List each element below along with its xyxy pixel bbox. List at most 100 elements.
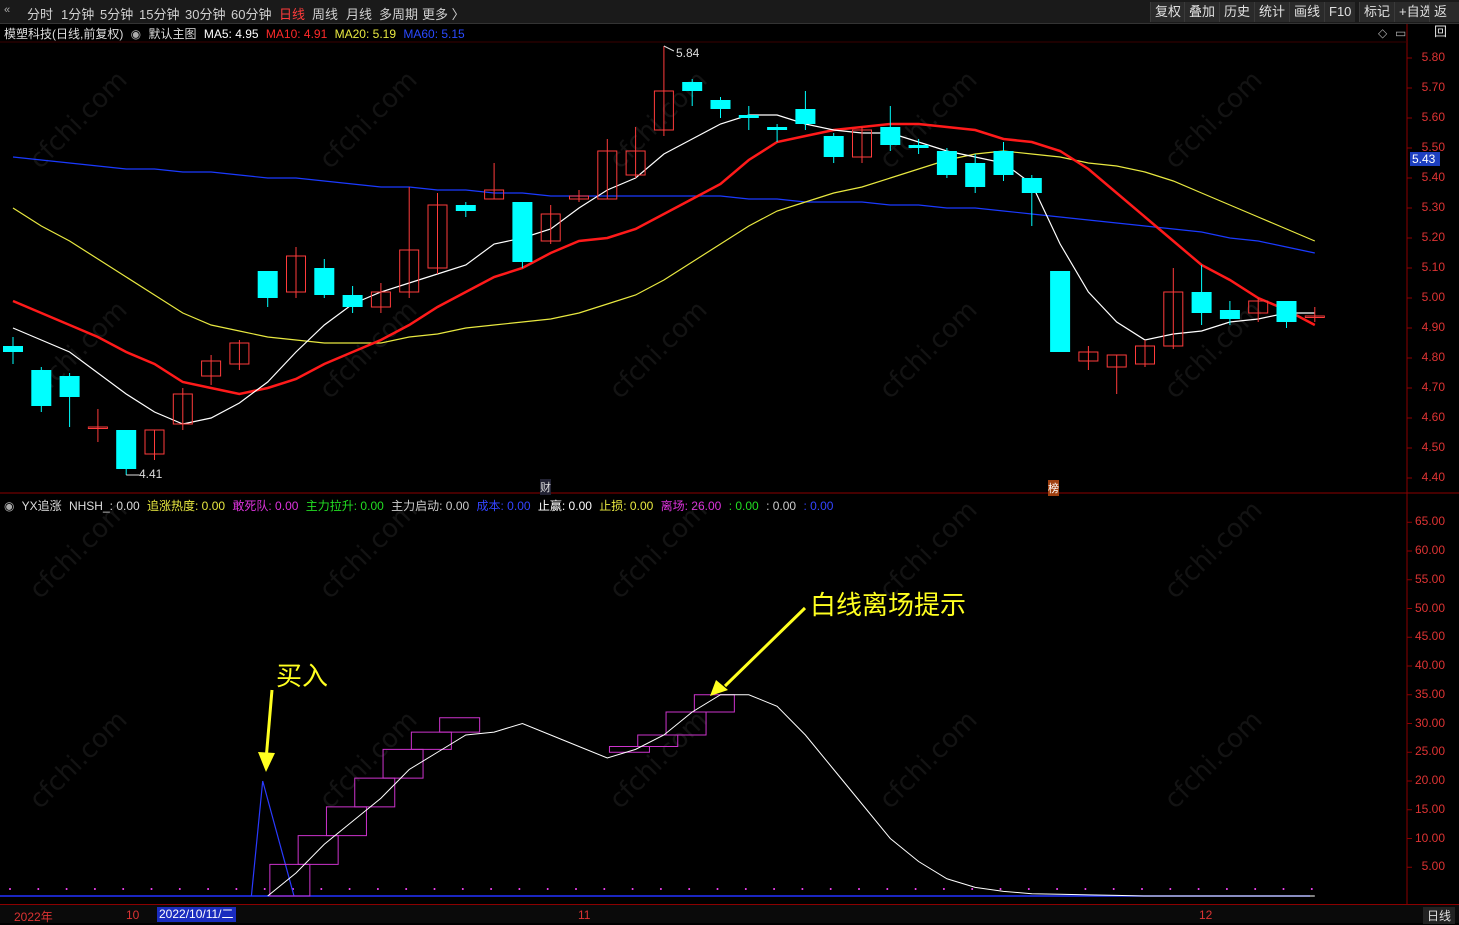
exit-white-line <box>267 694 1315 897</box>
candle <box>823 133 844 163</box>
watermark: cfchi.com <box>1159 495 1269 605</box>
buy-annotation: 买入 <box>276 662 329 692</box>
indicator-tick-label: 40.00 <box>1414 658 1445 672</box>
kline-chart[interactable]: cfchi.com cfchi.com cfchi.com cfchi.com cfch… <box>0 0 1459 923</box>
watermark: cfchi.com <box>24 705 134 815</box>
indicator-dot <box>1056 888 1059 890</box>
candle-body <box>1276 301 1297 322</box>
candle <box>965 154 986 193</box>
indicator-dot <box>631 888 634 890</box>
rank-marker[interactable]: 榜 <box>1048 480 1059 496</box>
indicator-dot <box>942 888 945 890</box>
candle <box>1135 340 1155 367</box>
candle-body <box>31 370 52 406</box>
indicator-dot <box>773 888 776 890</box>
buy-arrow-shaft <box>264 689 274 761</box>
indicator-dot <box>1027 888 1030 890</box>
watermark: cfchi.com <box>604 705 714 815</box>
indicator-dot <box>546 888 549 890</box>
candle <box>229 340 250 370</box>
high-label: 5.84 <box>676 46 700 60</box>
candle-body <box>455 205 476 211</box>
indicator-tick-label: 60.00 <box>1414 543 1445 557</box>
ma20-line <box>12 150 1316 344</box>
candle <box>3 337 23 364</box>
candle <box>314 259 335 298</box>
watermark: cfchi.com <box>604 295 714 405</box>
candle-body <box>682 82 703 91</box>
candle-body <box>342 295 363 307</box>
candle <box>370 283 391 313</box>
candle-body <box>710 100 731 109</box>
date-oct: 10 <box>126 908 140 922</box>
date-axis: 2022年 10 2022/10/11/二 11 12 日线 <box>0 904 1459 924</box>
price-tick-label: 5.40 <box>1421 170 1445 184</box>
price-tick-label: 4.70 <box>1421 380 1445 394</box>
current-price-tag: 5.43 <box>1410 152 1440 166</box>
candle <box>1191 265 1212 325</box>
indicator-dot <box>829 888 832 890</box>
candle-body <box>116 430 137 469</box>
indicator-dot <box>207 888 210 890</box>
indicator-dot <box>65 888 68 890</box>
indicator-dot <box>688 888 691 890</box>
indicator-dot <box>914 888 917 890</box>
candle <box>1304 307 1325 322</box>
finance-marker[interactable]: 财 <box>540 479 551 495</box>
high-pointer <box>663 45 675 52</box>
indicator-dot <box>235 888 238 890</box>
indicator-tick-label: 5.00 <box>1421 859 1445 874</box>
price-tick-label: 4.50 <box>1421 440 1445 454</box>
exit-step <box>410 731 452 750</box>
candle <box>201 355 222 385</box>
candle-body <box>1050 271 1071 352</box>
candle <box>1021 175 1042 226</box>
candle <box>738 106 759 130</box>
candle-body <box>3 346 23 352</box>
indicator-dot <box>320 888 323 890</box>
candle <box>427 193 448 274</box>
indicator-dot <box>801 888 804 890</box>
candle <box>993 142 1014 181</box>
candle <box>795 91 816 130</box>
price-tick-label: 4.80 <box>1421 350 1445 364</box>
indicator-dot <box>603 888 606 890</box>
candle <box>116 430 137 475</box>
indicator-tick-label: 50.00 <box>1414 600 1445 615</box>
candle-body <box>1021 178 1042 193</box>
selected-date[interactable]: 2022/10/11/二 <box>157 907 236 922</box>
indicator-dot <box>1169 888 1172 890</box>
indicator-dot <box>858 888 860 890</box>
indicator-dot <box>1225 888 1228 890</box>
date-year: 2022年 <box>14 910 53 924</box>
indicator-dot <box>575 888 577 890</box>
candle <box>257 271 278 307</box>
indicator-tick-label: 30.00 <box>1414 715 1445 730</box>
indicator-dot <box>376 888 379 890</box>
exit-step <box>439 717 481 733</box>
indicator-dot <box>178 888 181 890</box>
candle-body <box>1219 310 1240 319</box>
indicator-dot <box>490 888 493 890</box>
candle <box>286 247 306 298</box>
indicator-tick-label: 25.00 <box>1414 744 1445 759</box>
date-nov: 11 <box>578 908 591 922</box>
period-label[interactable]: 日线 <box>1422 907 1455 924</box>
indicator-dot <box>1282 888 1285 890</box>
candle-body <box>512 202 533 262</box>
indicator-dot <box>1141 888 1143 890</box>
candle <box>455 202 476 217</box>
watermark: cfchi.com <box>874 705 984 815</box>
candle-body <box>795 109 816 124</box>
price-tick-label: 5.70 <box>1421 80 1445 94</box>
watermark: cfchi.com <box>24 65 134 175</box>
indicator-dot <box>122 888 125 890</box>
exit-arrow-shaft <box>723 606 807 688</box>
price-tick-label: 4.90 <box>1421 320 1445 334</box>
indicator-tick-label: 20.00 <box>1414 773 1445 787</box>
watermark: cfchi.com <box>874 295 984 405</box>
candle-body <box>936 151 957 175</box>
candle <box>710 97 731 118</box>
indicator-dot <box>659 888 662 890</box>
candle <box>512 202 533 268</box>
